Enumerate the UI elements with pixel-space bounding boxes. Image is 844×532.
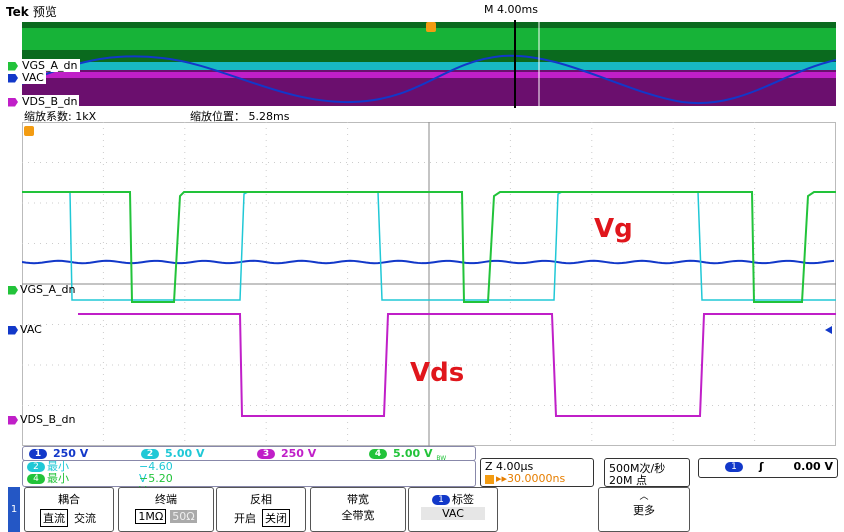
overview-label-vds-b: VDS_B_dn <box>8 95 80 108</box>
overview-label-vgs-a: VGS_A_dn <box>8 59 80 72</box>
coupling-title: 耦合 <box>58 493 80 506</box>
zoom-timebase-box[interactable]: Z 4.00µs ▸▸30.0000ns <box>480 458 594 487</box>
overview-ch2-band <box>22 62 836 70</box>
acquisition-mode: 预览 <box>32 5 57 19</box>
label-title: 1 标签 <box>409 491 497 507</box>
measurement-row: 4最小 −5.20 V <box>27 473 173 497</box>
graticule-svg <box>21 122 836 446</box>
bandwidth-value: 全带宽 <box>341 509 375 522</box>
zoom-offset: ▸▸30.0000ns <box>485 472 565 485</box>
rising-edge-icon: ʃ <box>759 460 764 473</box>
trigger-level: 0.00 V <box>793 460 833 473</box>
coupling-ac-option[interactable]: 交流 <box>72 510 98 526</box>
brand-name: Tek <box>6 5 29 19</box>
label-vgs-a: VGS_A_dn <box>8 284 76 296</box>
vac-trigger-level-arrow <box>825 326 832 334</box>
waveform-vac <box>21 259 835 265</box>
bandwidth-title: 带宽 <box>347 493 369 506</box>
main-graticule[interactable]: Vg Vds <box>21 122 836 446</box>
main-timebase: M 4.00ms <box>484 3 538 16</box>
invert-title: 反相 <box>250 493 272 506</box>
label-vds-b: VDS_B_dn <box>8 414 75 426</box>
ch3-scale[interactable]: 3 250 V <box>257 447 316 460</box>
trigger-box[interactable]: 1 ʃ 0.00 V <box>698 458 838 478</box>
bandwidth-menu[interactable]: 带宽 全带宽 <box>310 487 406 532</box>
termination-50-option[interactable]: 50Ω <box>170 510 197 523</box>
termination-title: 终端 <box>155 493 177 506</box>
more-menu[interactable]: ︿ 更多 <box>598 487 690 532</box>
label-value: VAC <box>421 507 485 520</box>
header-bar: Tek 预览 M 4.00ms <box>0 0 844 22</box>
coupling-menu[interactable]: 耦合 直流 交流 <box>24 487 114 532</box>
trigger-offset-icon <box>485 474 494 484</box>
chevron-up-icon: ︿ <box>639 492 649 502</box>
coupling-dc-option[interactable]: 直流 <box>40 509 68 527</box>
measurement-panel[interactable]: 2最小 −4.60 V 4最小 −5.20 V <box>22 460 476 497</box>
invert-off-option[interactable]: 关闭 <box>262 509 290 527</box>
ch1-scale[interactable]: 1 250 V <box>29 447 88 460</box>
termination-1m-option[interactable]: 1MΩ <box>135 509 167 524</box>
zoom-position-line <box>514 20 516 108</box>
label-menu[interactable]: 1 标签 VAC <box>408 487 498 532</box>
annotation-vds: Vds <box>410 358 465 388</box>
record-length: 20M 点 <box>609 474 647 487</box>
trigger-position-icon <box>426 22 436 32</box>
trigger-source: 1 <box>725 462 743 472</box>
trigger-marker-icon <box>24 126 34 136</box>
channel-menu: 耦合 直流 交流 终端 1MΩ 50Ω 反相 开启 关闭 带宽 全带宽 1 标签 VAC… <box>0 487 844 532</box>
overview-label-vac: VAC <box>8 71 46 84</box>
overview-waveform[interactable] <box>22 22 836 106</box>
invert-on-option[interactable]: 开启 <box>232 510 258 526</box>
sample-rate-box[interactable]: 500M次/秒 20M 点 <box>604 458 690 487</box>
termination-menu[interactable]: 终端 1MΩ 50Ω <box>118 487 214 532</box>
channel-scale-bar[interactable]: 1 250 V 2 5.00 V 3 250 V 4 5.00 V BW <box>22 446 476 462</box>
ch2-scale[interactable]: 2 5.00 V <box>141 447 204 460</box>
label-vac: VAC <box>8 324 42 336</box>
brand-logo: Tek 预览 <box>6 3 57 20</box>
more-title: 更多 <box>633 504 655 517</box>
invert-menu[interactable]: 反相 开启 关闭 <box>216 487 306 532</box>
overview-svg <box>22 22 836 106</box>
annotation-vg: Vg <box>594 214 633 244</box>
grid-lines <box>22 122 836 446</box>
overview-ch3-band-top <box>22 72 836 78</box>
zoom-info: 缩放系数: 1kX 缩放位置： 5.28ms <box>22 108 836 123</box>
